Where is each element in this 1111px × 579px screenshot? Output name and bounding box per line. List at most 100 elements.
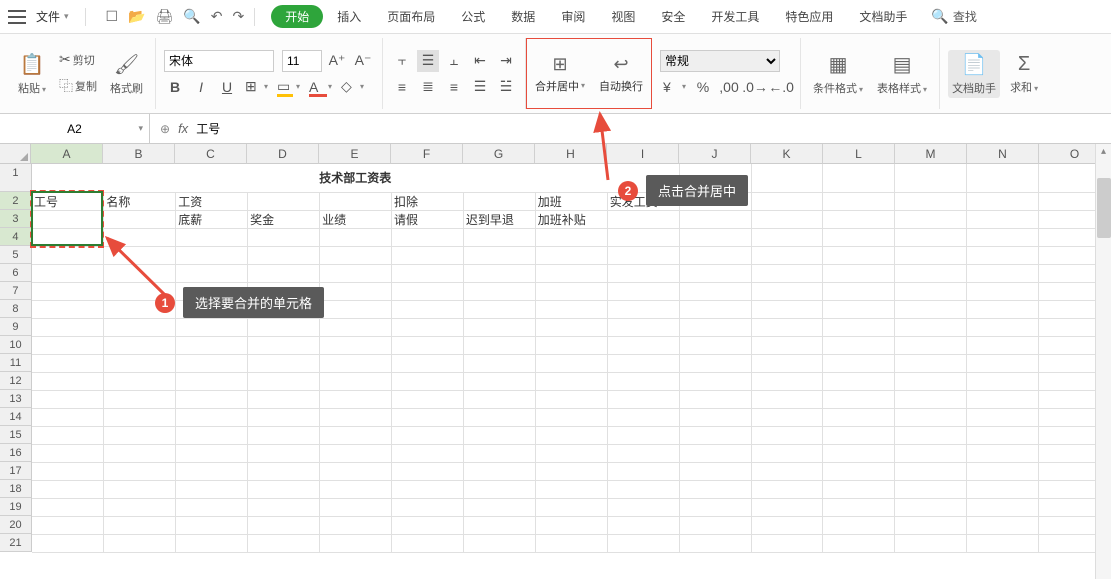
open-icon[interactable]: 📂 — [128, 8, 145, 25]
tab-pagelayout[interactable]: 页面布局 — [375, 4, 447, 29]
font-size-select[interactable] — [282, 50, 322, 72]
scrollbar-thumb[interactable] — [1097, 178, 1111, 238]
cell[interactable]: 业绩 — [320, 210, 392, 228]
cell[interactable]: 加班 — [535, 192, 607, 210]
cut-button[interactable]: ✂剪切 — [56, 49, 100, 70]
justify-icon[interactable]: ☰ — [469, 76, 491, 98]
tab-devtools[interactable]: 开发工具 — [699, 4, 771, 29]
tab-view[interactable]: 视图 — [599, 4, 647, 29]
row-header[interactable]: 7 — [0, 282, 32, 300]
name-box[interactable]: ▾ — [0, 114, 150, 143]
conditional-format-button[interactable]: ▦ 条件格式▾ — [809, 50, 867, 98]
align-bottom-icon[interactable]: ⫠ — [443, 50, 465, 72]
cell[interactable]: 实发工资 — [607, 192, 679, 210]
cells-area[interactable]: 技术部工资表 工号 名称 工资 扣除 加班 实发工资 底薪 — [32, 164, 1111, 553]
format-painter-button[interactable]: 🖌 格式刷 — [106, 50, 147, 98]
cell[interactable]: 工号 — [32, 192, 104, 210]
col-header[interactable]: K — [751, 144, 823, 164]
col-header[interactable]: E — [319, 144, 391, 164]
percent-button[interactable]: % — [692, 76, 714, 98]
title-cell[interactable]: 技术部工资表 — [32, 164, 679, 192]
copy-button[interactable]: ⿻复制 — [56, 74, 100, 98]
align-center-icon[interactable]: ≣ — [417, 76, 439, 98]
bold-button[interactable]: B — [164, 76, 186, 98]
font-name-select[interactable] — [164, 50, 274, 72]
row-header[interactable]: 8 — [0, 300, 32, 318]
cell[interactable]: 奖金 — [248, 210, 320, 228]
currency-button[interactable]: ¥ — [660, 76, 688, 98]
expand-icon[interactable]: ⊕ — [160, 122, 170, 136]
cell[interactable]: 名称 — [104, 192, 176, 210]
border-button[interactable]: ⊞ — [242, 76, 270, 98]
cell[interactable]: 底薪 — [176, 210, 248, 228]
tab-start[interactable]: 开始 — [271, 5, 323, 28]
file-menu[interactable]: 文件 ▾ — [30, 6, 75, 27]
vertical-scrollbar[interactable]: ▴ — [1095, 144, 1111, 579]
tab-data[interactable]: 数据 — [499, 4, 547, 29]
decrease-font-icon[interactable]: A⁻ — [352, 50, 374, 72]
increase-font-icon[interactable]: A⁺ — [326, 50, 348, 72]
row-header[interactable]: 19 — [0, 498, 32, 516]
row-header[interactable]: 15 — [0, 426, 32, 444]
col-header[interactable]: A — [31, 144, 103, 164]
fx-icon[interactable]: fx — [178, 121, 188, 136]
tab-insert[interactable]: 插入 — [325, 4, 373, 29]
cell[interactable]: 请假 — [391, 210, 463, 228]
tab-formula[interactable]: 公式 — [449, 4, 497, 29]
fill-color-button[interactable]: ▭ — [274, 76, 302, 98]
row-header[interactable]: 4 — [0, 228, 32, 246]
row-header[interactable]: 17 — [0, 462, 32, 480]
align-left-icon[interactable]: ≡ — [391, 76, 413, 98]
formula-input[interactable] — [196, 122, 1101, 136]
tab-special[interactable]: 特色应用 — [773, 4, 845, 29]
col-header[interactable]: I — [607, 144, 679, 164]
col-header[interactable]: M — [895, 144, 967, 164]
name-box-input[interactable] — [8, 122, 141, 136]
col-header[interactable]: L — [823, 144, 895, 164]
search-button[interactable]: 🔍 查找 — [931, 8, 976, 25]
cell[interactable]: 扣除 — [391, 192, 463, 210]
col-header[interactable]: D — [247, 144, 319, 164]
sum-button[interactable]: Σ 求和▾ — [1006, 51, 1042, 97]
italic-button[interactable]: I — [190, 76, 212, 98]
hamburger-icon[interactable] — [8, 10, 26, 24]
select-all-corner[interactable] — [0, 144, 31, 164]
row-header[interactable]: 2 — [0, 192, 32, 210]
cell[interactable]: 迟到早退 — [463, 210, 535, 228]
decrease-decimal-button[interactable]: ←.0 — [770, 76, 792, 98]
row-header[interactable]: 3 — [0, 210, 32, 228]
clear-format-button[interactable]: ◇ — [338, 76, 366, 98]
col-header[interactable]: H — [535, 144, 607, 164]
row-header[interactable]: 16 — [0, 444, 32, 462]
row-header[interactable]: 5 — [0, 246, 32, 264]
col-header[interactable]: C — [175, 144, 247, 164]
font-color-button[interactable]: A — [306, 76, 334, 98]
auto-wrap-button[interactable]: ↩ 自动换行 — [595, 52, 647, 96]
tab-security[interactable]: 安全 — [649, 4, 697, 29]
row-header[interactable]: 1 — [0, 164, 32, 192]
col-header[interactable]: G — [463, 144, 535, 164]
doc-helper-button[interactable]: 📄 文档助手 — [948, 50, 1000, 98]
row-header[interactable]: 10 — [0, 336, 32, 354]
underline-button[interactable]: U — [216, 76, 238, 98]
col-header[interactable]: F — [391, 144, 463, 164]
row-header[interactable]: 12 — [0, 372, 32, 390]
row-header[interactable]: 20 — [0, 516, 32, 534]
redo-icon[interactable]: ↷ — [233, 8, 245, 25]
save-icon[interactable]: 🖨 — [156, 8, 174, 25]
row-header[interactable]: 13 — [0, 390, 32, 408]
col-header[interactable]: J — [679, 144, 751, 164]
tab-dochelper[interactable]: 文档助手 — [847, 4, 919, 29]
table-style-button[interactable]: ▤ 表格样式▾ — [873, 50, 931, 98]
row-header[interactable]: 6 — [0, 264, 32, 282]
cell[interactable]: 加班补贴 — [535, 210, 607, 228]
align-right-icon[interactable]: ≡ — [443, 76, 465, 98]
comma-button[interactable]: ,00 — [718, 76, 740, 98]
distribute-icon[interactable]: ☱ — [495, 76, 517, 98]
increase-decimal-button[interactable]: .0→ — [744, 76, 766, 98]
indent-increase-icon[interactable]: ⇥ — [495, 50, 517, 72]
row-header[interactable]: 21 — [0, 534, 32, 552]
row-header[interactable]: 18 — [0, 480, 32, 498]
col-header[interactable]: N — [967, 144, 1039, 164]
align-top-icon[interactable]: ⫟ — [391, 50, 413, 72]
